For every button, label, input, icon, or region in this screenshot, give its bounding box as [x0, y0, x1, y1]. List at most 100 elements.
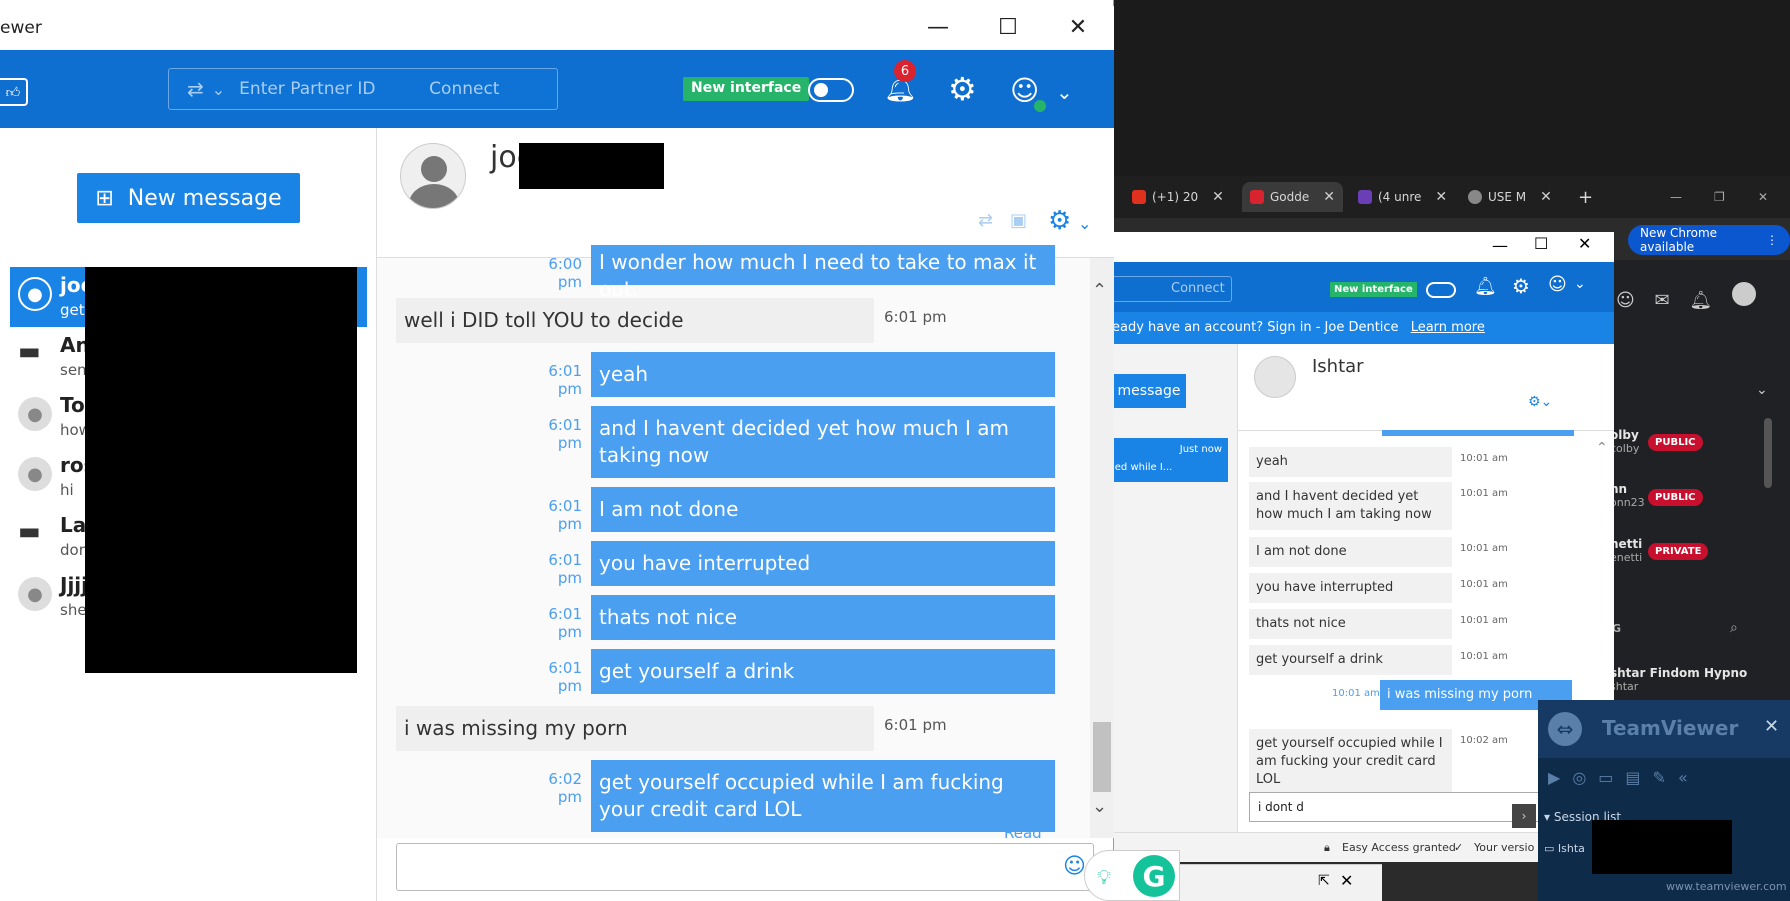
chat-header	[377, 128, 1114, 258]
gear-icon[interactable]: ⚙	[1048, 206, 1071, 236]
lightbulb-icon[interactable]: 💡︎	[1097, 865, 1111, 889]
tools-icon[interactable]: ✎	[1653, 768, 1666, 787]
file-icon[interactable]: ▤	[1625, 768, 1640, 787]
tab-label: (4 unre	[1378, 190, 1422, 204]
new-chrome-available-button[interactable]: New Chrome available ⋮	[1628, 225, 1790, 255]
minimize-icon[interactable]: —	[1492, 236, 1508, 255]
redaction-box	[85, 267, 357, 673]
remote-control-icon[interactable]: ⇄	[978, 210, 993, 231]
connect-button[interactable]: Connect	[1171, 281, 1225, 296]
bell-icon[interactable]: 🔔︎	[1689, 290, 1712, 311]
version-status: Your versio	[1474, 841, 1535, 854]
bell-icon[interactable]: 🔔︎	[1474, 276, 1497, 297]
feedback-icon[interactable]: 👍︎	[0, 78, 28, 106]
maximize-icon[interactable]: ☐	[988, 12, 1028, 42]
window-title: ewer	[0, 18, 42, 38]
close-tab-icon[interactable]: ✕	[1323, 189, 1335, 205]
learn-more-link[interactable]: Learn more	[1411, 320, 1485, 335]
emoji-icon[interactable]: ☺	[1063, 854, 1086, 879]
new-interface-toggle[interactable]	[1426, 282, 1456, 298]
status-badge: PUBLIC	[1648, 434, 1703, 451]
new-interface-toggle[interactable]	[808, 78, 854, 102]
close-icon[interactable]: ✕	[1750, 182, 1776, 212]
close-icon[interactable]: ✕	[1058, 12, 1098, 42]
redaction-box	[1592, 820, 1732, 874]
chevron-down-icon[interactable]: ⌄	[1078, 214, 1091, 233]
new-message-button[interactable]: ⊞ New message	[77, 173, 300, 223]
session-item[interactable]: ▭ Ishta	[1544, 842, 1585, 855]
new-tab-button[interactable]: +	[1570, 182, 1601, 212]
message-time: 10:01 am	[1460, 651, 1508, 662]
avatar[interactable]	[1731, 282, 1756, 306]
maximize-icon[interactable]: ☐	[1534, 234, 1548, 253]
scrollbar-thumb[interactable]	[1093, 722, 1111, 792]
monitor-icon: ▬	[18, 517, 41, 545]
monitor-icon: ▭	[1544, 842, 1555, 855]
minimize-icon[interactable]: —	[918, 12, 958, 42]
model-handle: onn23	[1610, 496, 1645, 509]
conversation-preview: she	[60, 601, 87, 619]
scroll-down-icon[interactable]: ⌄	[1092, 796, 1107, 817]
model-item[interactable]: netti enetti	[1610, 537, 1642, 564]
mail-icon[interactable]: ✉	[1655, 290, 1670, 311]
close-tab-icon[interactable]: ✕	[1540, 189, 1552, 205]
message-bubble-own: yeah	[591, 352, 1055, 397]
message-time: 10:01 am	[1460, 453, 1508, 464]
video-icon[interactable]: ▶	[1548, 768, 1560, 787]
browser-tab[interactable]: (4 unre ✕	[1350, 182, 1455, 212]
conversation-name: Jjjj	[60, 573, 89, 597]
message-time: 6:02 pm	[548, 770, 582, 806]
featured-model[interactable]: shtar Findom Hypno shtar	[1610, 666, 1747, 693]
scroll-up-icon[interactable]: ⌃	[1596, 440, 1608, 456]
model-item[interactable]: nn onn23	[1610, 482, 1645, 509]
search-icon[interactable]: ⌕	[1730, 620, 1738, 636]
chevron-down-icon[interactable]: ⌄	[1756, 382, 1768, 398]
chevron-down-icon[interactable]: ⌄	[1574, 276, 1586, 292]
browser-tab[interactable]: (+1) 20 ✕	[1124, 182, 1232, 212]
chevron-down-icon[interactable]: ⌄	[1056, 80, 1073, 104]
gear-icon[interactable]: ⚙	[948, 70, 977, 108]
message-composer[interactable]: ☺	[396, 843, 1094, 891]
browser-tab-active[interactable]: Godde ✕	[1242, 182, 1343, 212]
message-input[interactable]	[397, 844, 997, 888]
open-external-icon[interactable]: ⇱	[1318, 873, 1330, 889]
partner-id-box[interactable]: Connect	[1112, 276, 1232, 302]
conversation-item[interactable]: Just now ied while I...	[1112, 438, 1228, 482]
browser-tab[interactable]: USE M ✕	[1460, 182, 1560, 212]
conversation-time: Just now	[1179, 444, 1222, 455]
close-icon[interactable]: ✕	[1578, 234, 1591, 253]
gear-icon[interactable]: ⚙	[1512, 274, 1530, 298]
model-item[interactable]: olby colby	[1610, 428, 1639, 455]
minimize-icon[interactable]: —	[1662, 182, 1690, 212]
scroll-up-icon[interactable]: ⌃	[1092, 280, 1107, 301]
restore-icon[interactable]: ❐	[1706, 182, 1733, 212]
partner-id-box[interactable]: ⇄ ⌄ Connect	[168, 68, 558, 110]
conversation-preview: dor	[60, 541, 85, 559]
chevron-down-icon[interactable]: ⌄	[212, 80, 225, 99]
headset-icon[interactable]: ◎	[1572, 768, 1586, 787]
close-tab-icon[interactable]: ✕	[1435, 189, 1447, 205]
message-input[interactable]: i dont d	[1249, 792, 1549, 822]
account-icon[interactable]: ☺	[1548, 274, 1567, 295]
close-icon[interactable]: ✕	[1340, 871, 1353, 890]
message-time: 10:01 am	[1460, 543, 1508, 554]
close-tab-icon[interactable]: ✕	[1212, 189, 1224, 205]
close-icon[interactable]: ✕	[1764, 716, 1779, 737]
site-scrollbar[interactable]	[1764, 418, 1772, 488]
new-message-button[interactable]: message	[1112, 374, 1186, 408]
collapse-icon[interactable]: «	[1678, 768, 1688, 787]
user-icon[interactable]: ☺	[1616, 290, 1635, 311]
grammarly-logo-icon[interactable]: G	[1133, 855, 1175, 897]
status-badge: PRIVATE	[1648, 543, 1709, 560]
message-bubble: well i DID toll YOU to decide	[396, 298, 874, 343]
conversation-preview: hi	[60, 481, 74, 499]
expand-panel-icon[interactable]: ›	[1512, 804, 1536, 828]
message-time: 10:01 am	[1332, 688, 1380, 699]
conversation-preview: get	[60, 301, 85, 319]
presentation-icon[interactable]: ▣	[1010, 210, 1027, 231]
gear-icon[interactable]: ⚙⌄	[1528, 394, 1552, 410]
connect-button[interactable]: Connect	[429, 79, 499, 99]
chat-icon[interactable]: ▭	[1598, 768, 1613, 787]
message-bubble: you have interrupted	[1249, 573, 1452, 603]
partner-id-input[interactable]	[239, 79, 410, 99]
